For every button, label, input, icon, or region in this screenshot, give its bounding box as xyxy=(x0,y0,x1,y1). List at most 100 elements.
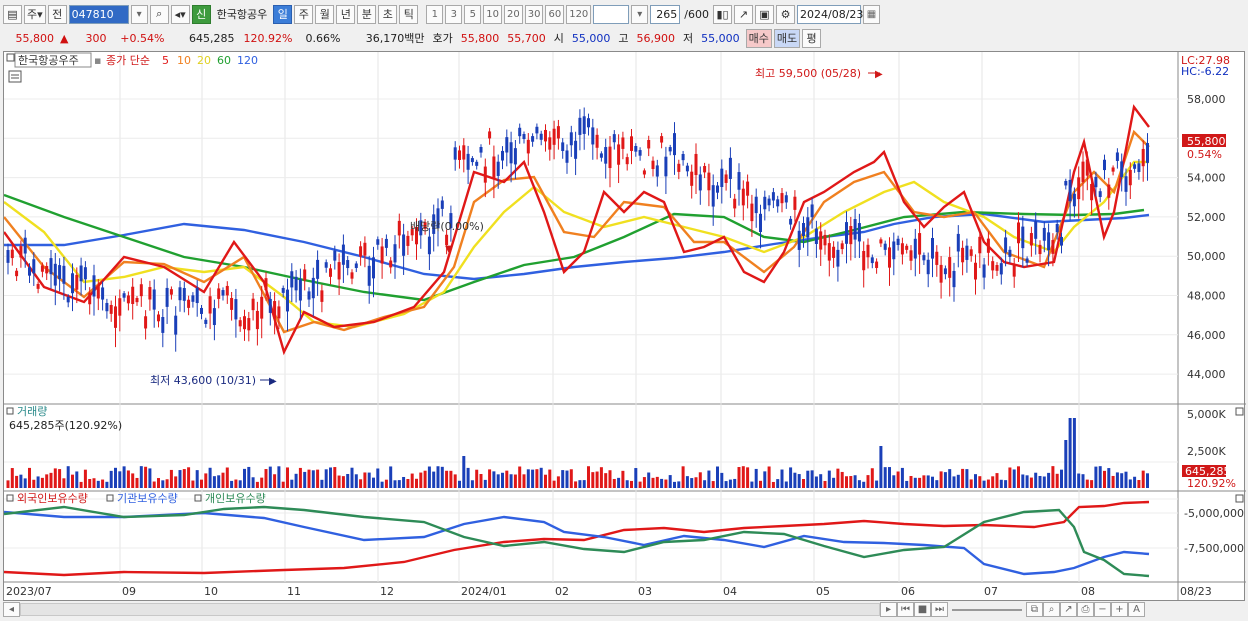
candle-body xyxy=(286,289,289,312)
candle-body xyxy=(840,243,844,250)
x-label: 08/23 xyxy=(1180,585,1212,598)
zoom-icon[interactable]: ⌕ xyxy=(1043,602,1060,617)
count-input[interactable]: 265 xyxy=(650,4,681,24)
zoom-out-icon[interactable]: − xyxy=(1094,602,1111,617)
candle-body xyxy=(501,150,504,161)
volume-bar xyxy=(1146,473,1149,488)
candle-body xyxy=(965,245,969,260)
date-input[interactable]: 2024/08/23 xyxy=(797,4,863,24)
volume-bar xyxy=(900,467,904,488)
chart-area[interactable]: 한국항공우주 ▪ 종가 단순 5 10 20 60 120 LC:27.98 H… xyxy=(3,51,1246,602)
scroll-track[interactable] xyxy=(20,603,880,616)
period-day[interactable]: 일 xyxy=(273,4,293,24)
copy-icon[interactable]: ⧉ xyxy=(1026,602,1043,617)
volume-bar xyxy=(1029,477,1033,488)
volume-bar xyxy=(862,481,866,488)
minute-3[interactable]: 3 xyxy=(445,4,463,24)
bottom-scrollbar[interactable]: ◂ ▸ ⏮ ■ ⏭ ⧉ ⌕ ↗ ⎙ − + A xyxy=(3,601,1245,618)
scroll-left-icon[interactable]: ◂ xyxy=(3,602,20,617)
zoom-slider[interactable] xyxy=(952,608,1022,611)
x-label: 02 xyxy=(555,585,569,598)
candle-body xyxy=(634,146,638,152)
buy-button[interactable]: 매수 xyxy=(745,28,772,48)
candle-body xyxy=(475,161,479,166)
chart-svg[interactable]: 한국항공우주 ▪ 종가 단순 5 10 20 60 120 LC:27.98 H… xyxy=(3,52,1246,602)
minute-10[interactable]: 10 xyxy=(483,4,502,24)
period-type-select[interactable]: 주 ▾ xyxy=(24,4,46,24)
candle-body xyxy=(1120,161,1124,178)
period-minute[interactable]: 분 xyxy=(357,4,377,24)
candle-body xyxy=(453,147,457,160)
high-label: 고 xyxy=(618,32,629,45)
trend-icon[interactable]: ↗ xyxy=(1060,602,1077,617)
candle-body xyxy=(1025,258,1029,263)
forward-icon[interactable]: ⏭ xyxy=(931,602,948,617)
chart-layout-icon[interactable]: ▤ xyxy=(3,4,22,24)
search-icon[interactable]: ⌕ xyxy=(149,4,169,24)
minute-30[interactable]: 30 xyxy=(524,4,544,24)
candle-body xyxy=(483,166,487,183)
candle-body xyxy=(255,310,259,330)
holdings-panel-menu-icon[interactable] xyxy=(6,494,14,502)
candle-type-icon[interactable]: ▮▯ xyxy=(713,4,732,24)
volume-panel-close-icon[interactable] xyxy=(1235,407,1244,416)
volume-bar xyxy=(462,456,466,488)
price-tick: 52,000 xyxy=(1187,211,1226,224)
minute-5[interactable]: 5 xyxy=(464,4,482,24)
rewind-icon[interactable]: ⏮ xyxy=(897,602,914,617)
print-icon[interactable]: ⎙ xyxy=(1077,602,1094,617)
volume-bar xyxy=(612,478,616,488)
ma-60-label: 60 xyxy=(217,54,231,67)
volume-bar xyxy=(372,477,375,488)
calendar-icon[interactable]: ▦ xyxy=(863,4,880,24)
volume-bar xyxy=(234,479,238,488)
minute-60[interactable]: 60 xyxy=(545,4,565,24)
volume-bar xyxy=(96,480,100,488)
settings-gear-icon[interactable]: ⚙ xyxy=(776,4,795,24)
volume-bar xyxy=(88,478,92,488)
period-month[interactable]: 월 xyxy=(315,4,335,24)
volume-bar xyxy=(767,466,771,488)
panel-menu-icon[interactable] xyxy=(6,53,15,62)
candle-body xyxy=(479,147,483,153)
candle-body xyxy=(728,157,732,179)
candle-body xyxy=(909,250,913,261)
data-table-icon[interactable] xyxy=(8,70,22,83)
x-label: 12 xyxy=(380,585,394,598)
minute-custom-input[interactable] xyxy=(593,4,630,24)
minute-120[interactable]: 120 xyxy=(566,4,592,24)
candle-body xyxy=(707,172,711,191)
code-input[interactable]: 047810 xyxy=(68,4,129,24)
change-pct: +0.54% xyxy=(120,31,165,45)
candle-body xyxy=(376,239,380,245)
volume-bar xyxy=(200,479,203,488)
font-icon[interactable]: A xyxy=(1128,602,1145,617)
code-dropdown-icon[interactable]: ▾ xyxy=(130,4,148,24)
draw-tool-icon[interactable]: ↗ xyxy=(734,4,753,24)
candle-body xyxy=(346,260,350,269)
period-year[interactable]: 년 xyxy=(336,4,356,24)
sell-button[interactable]: 매도 xyxy=(773,28,801,48)
minute-dropdown-icon[interactable]: ▾ xyxy=(631,4,649,24)
period-week[interactable]: 주 xyxy=(294,4,314,24)
zoom-in-icon[interactable]: + xyxy=(1111,602,1128,617)
candle-body xyxy=(268,298,272,313)
avg-button[interactable]: 평 xyxy=(802,28,822,48)
prev-button[interactable]: 전 xyxy=(47,4,67,24)
candle-body xyxy=(849,226,853,245)
save-icon[interactable]: ▣ xyxy=(755,4,774,24)
candle-body xyxy=(776,199,780,207)
candle-body xyxy=(956,233,960,252)
speaker-icon[interactable]: ◂▾ xyxy=(170,4,190,24)
volume-bar xyxy=(664,479,668,488)
scroll-right-icon[interactable]: ▸ xyxy=(880,602,897,617)
period-tick[interactable]: 틱 xyxy=(399,4,419,24)
volume-panel-menu-icon[interactable] xyxy=(6,407,14,415)
candle-body xyxy=(810,204,814,218)
holdings-panel-close-icon[interactable] xyxy=(1235,494,1244,503)
minute-20[interactable]: 20 xyxy=(504,4,523,24)
period-second[interactable]: 초 xyxy=(378,4,398,24)
volume-bar xyxy=(888,467,891,488)
stop-icon[interactable]: ■ xyxy=(914,602,931,617)
minute-1[interactable]: 1 xyxy=(426,4,444,24)
